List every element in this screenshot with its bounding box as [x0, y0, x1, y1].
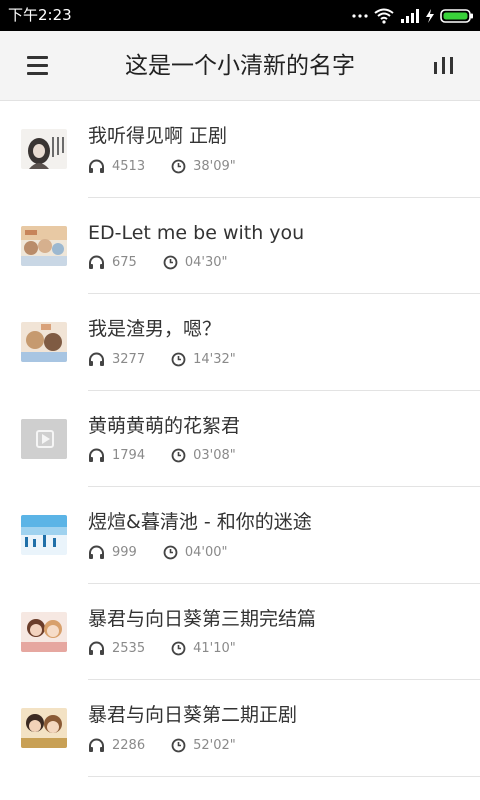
item-title: 黄萌黄萌的花絮君: [88, 414, 241, 437]
page-title: 这是一个小清新的名字: [125, 53, 355, 79]
duration: 04'30": [184, 255, 228, 270]
list-item[interactable]: ED-Let me be with you 675 04'30": [0, 198, 480, 294]
play-count: 2535: [112, 641, 146, 656]
list-item[interactable]: 暴君与向日葵第二期正剧 2286 52'02": [0, 680, 480, 777]
thumbnail-image: [21, 129, 67, 169]
list-item[interactable]: 我听得见啊 正剧 4513 38'09": [0, 101, 480, 198]
headphones-icon: [88, 352, 105, 367]
clock-icon: [171, 738, 186, 753]
thumbnail-image: [21, 225, 67, 266]
headphones-icon: [88, 159, 105, 174]
duration: 38'09": [193, 158, 236, 174]
play-count: 2286: [112, 737, 146, 753]
headphones-icon: [88, 641, 105, 656]
menu-icon: [22, 49, 54, 83]
item-title: 暴君与向日葵第二期正剧: [88, 704, 298, 726]
clock-icon: [171, 641, 186, 656]
play-count: 675: [112, 255, 137, 270]
list-item[interactable]: 暴君与向日葵第三期完结篇 2535 41'10": [0, 584, 480, 680]
clock-icon: [163, 255, 178, 270]
list-item[interactable]: 我是渣男，嗯？ 3277 14'32": [0, 294, 480, 391]
item-meta: 3277 14'32": [88, 350, 236, 368]
play-count: 999: [112, 544, 137, 560]
clock-icon: [171, 352, 186, 367]
play-count: 4513: [112, 158, 146, 174]
item-meta: 2286 52'02": [88, 736, 236, 754]
status-time: 下午2:23: [8, 6, 72, 24]
divider: [88, 775, 480, 777]
charging-icon: [426, 9, 434, 23]
play-count: 1794: [112, 448, 146, 463]
headphones-icon: [88, 255, 105, 270]
item-meta: 4513 38'09": [88, 157, 236, 175]
item-meta: 2535 41'10": [88, 640, 236, 658]
thumbnail-image: [21, 708, 67, 748]
item-meta: 1794 03'08": [88, 447, 236, 465]
stats-button[interactable]: [426, 49, 460, 83]
clock-icon: [171, 448, 186, 463]
list-item[interactable]: 煜煊&暮清池 - 和你的迷途 999 04'00": [0, 487, 480, 584]
play-count: 3277: [112, 351, 146, 367]
item-title: 暴君与向日葵第三期完结篇: [88, 607, 317, 630]
headphones-icon: [88, 448, 105, 463]
status-bar: 下午2:23: [0, 0, 480, 31]
status-icons: [352, 6, 474, 26]
thumbnail-image: [21, 611, 67, 652]
item-title: 我听得见啊 正剧: [88, 125, 228, 147]
battery-icon: [440, 8, 474, 24]
duration: 52'02": [193, 737, 236, 753]
more-dots-icon: [352, 13, 368, 19]
duration: 03'08": [193, 448, 236, 463]
thumbnail-image: [21, 418, 67, 459]
item-title: 煜煊&暮清池 - 和你的迷途: [88, 511, 312, 533]
signal-icon: [400, 8, 420, 24]
app-bar: 这是一个小清新的名字: [0, 31, 480, 101]
duration: 04'00": [184, 544, 228, 560]
item-title: 我是渣男，嗯？: [88, 318, 222, 340]
item-meta: 999 04'00": [88, 543, 227, 561]
duration: 14'32": [193, 351, 236, 367]
item-meta: 675 04'30": [88, 254, 227, 272]
thumbnail-image: [21, 322, 67, 362]
menu-button[interactable]: [22, 49, 54, 83]
headphones-icon: [88, 545, 105, 560]
clock-icon: [171, 159, 186, 174]
bar-chart-icon: [426, 49, 460, 83]
list-item[interactable]: 黄萌黄萌的花絮君 1794 03'08": [0, 391, 480, 487]
item-title: ED-Let me be with you: [88, 221, 305, 244]
headphones-icon: [88, 738, 105, 753]
episode-list: 我听得见啊 正剧 4513 38'09" ED-Let me be with y…: [0, 101, 480, 777]
clock-icon: [163, 545, 178, 560]
thumbnail-image: [21, 515, 67, 555]
wifi-icon: [374, 8, 394, 24]
duration: 41'10": [193, 641, 236, 656]
